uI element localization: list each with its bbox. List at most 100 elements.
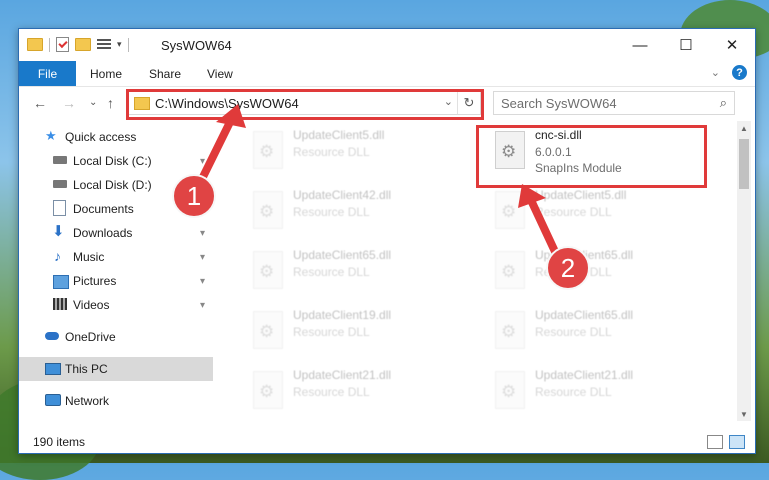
dll-file-icon: [253, 191, 283, 229]
file-name: UpdateClient19.dll: [293, 308, 392, 322]
expand-ribbon-icon[interactable]: ⌄: [711, 66, 720, 79]
scroll-down-icon[interactable]: ▼: [737, 407, 751, 421]
sidebar-item-label: Pictures: [73, 274, 117, 288]
videos-icon: [53, 298, 67, 310]
sidebar-item-pictures[interactable]: Pictures ▾: [19, 269, 213, 293]
large-icons-view-icon[interactable]: [729, 435, 745, 449]
pin-icon[interactable]: ▾: [200, 228, 205, 239]
properties-icon[interactable]: [97, 38, 111, 51]
documents-icon: [53, 200, 66, 216]
sidebar-item-label: Network: [65, 394, 110, 408]
ribbon: File Home Share View ⌄ ?: [19, 61, 755, 87]
item-count: 190 items: [33, 435, 86, 449]
file-name: UpdateClient65.dll: [293, 248, 392, 262]
title-bar: ▾ SysWOW64 — ☐ ✕: [19, 29, 755, 61]
star-icon: ★: [45, 128, 57, 143]
sidebar-item-network[interactable]: Network: [19, 389, 213, 413]
address-bar-highlight: [126, 89, 484, 120]
step-2-badge: 2: [546, 246, 590, 290]
pin-icon[interactable]: ▾: [200, 252, 205, 263]
sidebar-item-label: This PC: [65, 362, 108, 376]
file-name: UpdateClient65.dll: [535, 308, 634, 322]
sidebar-item-label: Local Disk (D:): [73, 178, 152, 192]
maximize-button[interactable]: ☐: [663, 29, 709, 61]
dll-file-icon: [253, 311, 283, 349]
pictures-icon: [53, 275, 69, 289]
dll-file-icon: [495, 191, 525, 229]
minimize-button[interactable]: —: [617, 29, 663, 61]
close-button[interactable]: ✕: [709, 29, 755, 61]
step-1-badge: 1: [172, 174, 216, 218]
file-type: Resource DLL: [535, 205, 612, 219]
help-icon[interactable]: ?: [732, 65, 747, 80]
search-icon[interactable]: ⌕: [720, 95, 727, 111]
file-item[interactable]: UpdateClient21.dll Resource DLL: [485, 365, 715, 415]
search-box[interactable]: Search SysWOW64 ⌕: [493, 91, 735, 115]
window-title: SysWOW64: [161, 38, 232, 53]
scrollbar-thumb[interactable]: [739, 139, 749, 189]
file-type: Resource DLL: [293, 265, 370, 279]
file-type: Resource DLL: [293, 145, 370, 159]
dll-file-icon: [495, 251, 525, 289]
properties-check-icon[interactable]: [56, 37, 69, 52]
pin-icon[interactable]: ▾: [200, 276, 205, 287]
file-item[interactable]: UpdateClient19.dll Resource DLL: [243, 305, 473, 355]
file-item[interactable]: UpdateClient65.dll Resource DLL: [243, 245, 473, 295]
up-button[interactable]: ↑: [107, 95, 114, 111]
file-name: UpdateClient21.dll: [535, 368, 634, 382]
divider: [127, 37, 129, 52]
file-highlight: [476, 125, 707, 188]
folder-icon: [27, 38, 43, 51]
dll-file-icon: [495, 371, 525, 409]
recent-locations-button[interactable]: ⌄: [89, 97, 97, 108]
tab-file[interactable]: File: [19, 61, 76, 86]
sidebar-item-music[interactable]: ♪ Music ▾: [19, 245, 213, 269]
sidebar-item-this-pc[interactable]: This PC: [19, 357, 213, 381]
download-icon: ⬇: [52, 223, 65, 240]
customize-toolbar-icon[interactable]: ▾: [117, 39, 122, 50]
pin-icon[interactable]: ▾: [200, 156, 205, 167]
file-item[interactable]: UpdateClient65.dll Resource DLL: [485, 245, 715, 295]
network-icon: [45, 394, 61, 406]
sidebar-item-label: OneDrive: [65, 330, 116, 344]
forward-button[interactable]: →: [62, 95, 76, 111]
file-item[interactable]: UpdateClient42.dll Resource DLL: [243, 185, 473, 235]
drive-icon: [53, 156, 67, 164]
file-name: UpdateClient5.dll: [535, 188, 627, 202]
drive-icon: [53, 180, 67, 188]
pin-icon[interactable]: ▾: [200, 300, 205, 311]
file-name: UpdateClient21.dll: [293, 368, 392, 382]
navigation-pane: ★ Quick access Local Disk (C:) ▾ Local D…: [19, 125, 213, 421]
file-type: Resource DLL: [293, 205, 370, 219]
tab-home[interactable]: Home: [90, 61, 122, 86]
sidebar-item-label: Downloads: [73, 226, 133, 240]
sidebar-item-label: Documents: [73, 202, 134, 216]
search-input[interactable]: Search SysWOW64: [501, 96, 617, 111]
file-name: UpdateClient42.dll: [293, 188, 392, 202]
quick-access-toolbar: ▾: [27, 37, 129, 52]
sidebar-item-videos[interactable]: Videos ▾: [19, 293, 213, 317]
divider: [49, 37, 50, 52]
cloud-icon: [45, 332, 59, 340]
sidebar-item-quick-access[interactable]: ★ Quick access: [19, 125, 213, 149]
file-type: Resource DLL: [535, 385, 612, 399]
tab-share[interactable]: Share: [149, 61, 181, 86]
vertical-scrollbar[interactable]: ▲ ▼: [737, 121, 751, 421]
sidebar-item-label: Music: [73, 250, 105, 264]
sidebar-item-local-disk-c[interactable]: Local Disk (C:) ▾: [19, 149, 213, 173]
details-view-icon[interactable]: [707, 435, 723, 449]
sidebar-item-label: Local Disk (C:): [73, 154, 152, 168]
sidebar-item-label: Quick access: [65, 130, 137, 144]
file-item[interactable]: UpdateClient65.dll Resource DLL: [485, 305, 715, 355]
new-folder-icon[interactable]: [75, 38, 91, 51]
tab-view[interactable]: View: [207, 61, 233, 86]
file-item[interactable]: UpdateClient5.dll Resource DLL: [243, 125, 473, 175]
dll-file-icon: [253, 131, 283, 169]
file-item[interactable]: UpdateClient5.dll Resource DLL: [485, 185, 715, 235]
scroll-up-icon[interactable]: ▲: [737, 121, 751, 135]
file-name: UpdateClient5.dll: [293, 128, 385, 142]
sidebar-item-downloads[interactable]: ⬇ Downloads ▾: [19, 221, 213, 245]
file-item[interactable]: UpdateClient21.dll Resource DLL: [243, 365, 473, 415]
sidebar-item-onedrive[interactable]: OneDrive: [19, 325, 213, 349]
back-button[interactable]: ←: [33, 95, 47, 111]
